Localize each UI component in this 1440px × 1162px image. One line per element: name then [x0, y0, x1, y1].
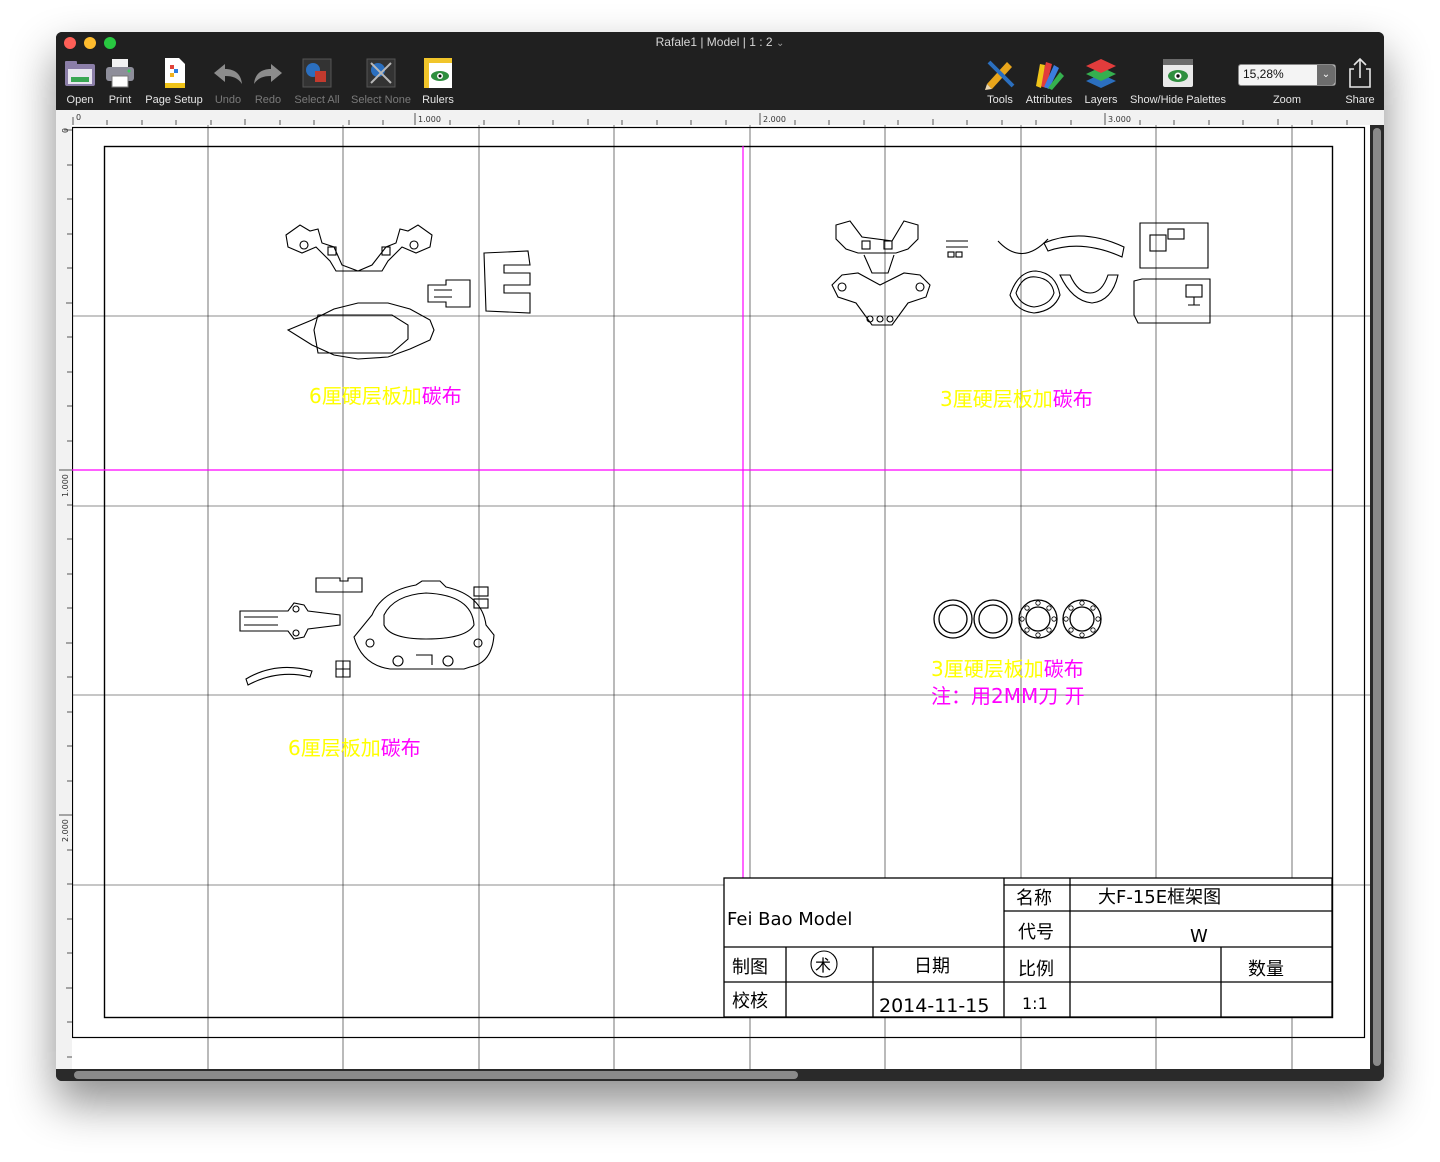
- zoom-label: Zoom: [1272, 94, 1302, 106]
- quantity-label: 数量: [1248, 959, 1284, 980]
- eye-palette-icon: [1163, 59, 1193, 87]
- undo-button[interactable]: Undo: [208, 54, 248, 108]
- vertical-scrollbar[interactable]: [1370, 125, 1384, 1071]
- vruler-label-0: 0: [61, 128, 70, 133]
- select-none-icon: [366, 58, 396, 88]
- zoom-select[interactable]: 15,28% ⌄: [1238, 64, 1336, 86]
- window-title[interactable]: Rafale1 | Model | 1 : 2 ⌄: [56, 35, 1384, 49]
- open-label: Open: [66, 94, 94, 106]
- show-hide-palettes-label: Show/Hide Palettes: [1130, 94, 1226, 106]
- redo-button[interactable]: Redo: [248, 54, 288, 108]
- vertical-scroll-thumb[interactable]: [1373, 128, 1381, 1066]
- rulers-label: Rulers: [422, 94, 454, 106]
- scale-label: 比例: [1018, 959, 1054, 980]
- hruler-label-1000: 1.000: [418, 115, 441, 124]
- rulers-icon: [424, 58, 452, 88]
- attributes-button[interactable]: Attributes: [1022, 54, 1076, 108]
- horizontal-scroll-thumb[interactable]: [74, 1071, 798, 1079]
- printer-icon: [106, 59, 134, 88]
- undo-label: Undo: [214, 94, 242, 106]
- hruler-label-0: 0: [76, 113, 81, 122]
- top-left-material-label: 6厘硬层板加碳布: [309, 384, 462, 408]
- titlebar: Rafale1 | Model | 1 : 2 ⌄ Open Print Pag…: [56, 32, 1384, 110]
- date-label: 日期: [914, 956, 950, 977]
- attributes-label: Attributes: [1025, 94, 1073, 106]
- bottom-left-material-label: 6厘层板加碳布: [288, 736, 421, 760]
- drawing-sheet: 6厘硬层板加碳布 3厘硬层板加碳布 6厘层板加碳布 3厘硬层板加碳布 注：用2M…: [71, 125, 1370, 1069]
- name-label: 名称: [1016, 888, 1052, 909]
- zoom-dropdown-icon[interactable]: ⌄: [1317, 65, 1335, 85]
- redo-label: Redo: [254, 94, 282, 106]
- horizontal-ruler-scale: 0 1.000 2.000 3.000: [72, 113, 1348, 125]
- bottom-right-cut-note: 注：用2MM刀 开: [931, 684, 1085, 708]
- code-label: 代号: [1018, 922, 1054, 943]
- vruler-label-2000: 2.000: [61, 819, 70, 842]
- zoom-control: 15,28% ⌄ Zoom: [1238, 54, 1336, 108]
- drawn-by-stamp: 术: [815, 956, 831, 975]
- vertical-ruler[interactable]: 0 1.000 2.000: [56, 125, 73, 1071]
- layers-icon: [1086, 59, 1116, 88]
- undo-icon: [214, 64, 242, 84]
- select-all-icon: [302, 58, 332, 88]
- layers-button[interactable]: Layers: [1080, 54, 1122, 108]
- select-none-button[interactable]: Select None: [346, 54, 416, 108]
- scale-value: 1:1: [1022, 994, 1048, 1013]
- page-setup-button[interactable]: Page Setup: [142, 54, 206, 108]
- tools-button[interactable]: Tools: [980, 54, 1020, 108]
- company-name: Fei Bao Model: [727, 909, 852, 930]
- color-swatches-icon: [1036, 62, 1064, 90]
- drawn-by-label: 制图: [732, 957, 768, 978]
- pencil-ruler-icon: [985, 60, 1015, 90]
- rulers-button[interactable]: Rulers: [418, 54, 458, 108]
- print-label: Print: [108, 94, 132, 106]
- hruler-label-2000: 2.000: [763, 115, 786, 124]
- horizontal-ruler[interactable]: 0 1.000 2.000 3.000: [56, 110, 1384, 126]
- tools-label: Tools: [987, 94, 1013, 106]
- page-setup-icon: [165, 58, 185, 88]
- print-button[interactable]: Print: [102, 54, 138, 108]
- date-value: 2014-11-15: [879, 995, 989, 1017]
- share-label: Share: [1345, 94, 1375, 106]
- code-value: W: [1190, 926, 1208, 947]
- hruler-label-3000: 3.000: [1108, 115, 1131, 124]
- open-button[interactable]: Open: [60, 54, 100, 108]
- zoom-value: 15,28%: [1243, 67, 1284, 81]
- bottom-right-material-label: 3厘硬层板加碳布: [931, 657, 1084, 681]
- folder-icon: [65, 61, 95, 86]
- horizontal-scrollbar[interactable]: [56, 1069, 1384, 1081]
- title-block: Fei Bao Model 名称 大F-15E框架图 代号 W 制图 术 日期 …: [723, 877, 1333, 1018]
- checked-by-label: 校核: [732, 991, 768, 1012]
- top-right-material-label: 3厘硬层板加碳布: [940, 387, 1093, 411]
- select-all-label: Select All: [294, 94, 340, 106]
- select-all-button[interactable]: Select All: [290, 54, 344, 108]
- drawing-canvas[interactable]: 6厘硬层板加碳布 3厘硬层板加碳布 6厘层板加碳布 3厘硬层板加碳布 注：用2M…: [71, 125, 1370, 1069]
- share-button[interactable]: Share: [1344, 54, 1376, 108]
- vertical-ruler-scale: 0 1.000 2.000: [59, 128, 72, 1058]
- app-window: Rafale1 | Model | 1 : 2 ⌄ Open Print Pag…: [56, 32, 1384, 1081]
- share-icon: [1349, 57, 1371, 88]
- redo-icon: [254, 64, 282, 84]
- title-chevron-icon: ⌄: [775, 38, 785, 49]
- select-none-label: Select None: [351, 94, 411, 106]
- layers-label: Layers: [1084, 94, 1118, 106]
- name-value: 大F-15E框架图: [1098, 887, 1221, 908]
- page-setup-label: Page Setup: [145, 94, 203, 106]
- show-hide-palettes-button[interactable]: Show/Hide Palettes: [1126, 54, 1230, 108]
- vruler-label-1000: 1.000: [61, 474, 70, 497]
